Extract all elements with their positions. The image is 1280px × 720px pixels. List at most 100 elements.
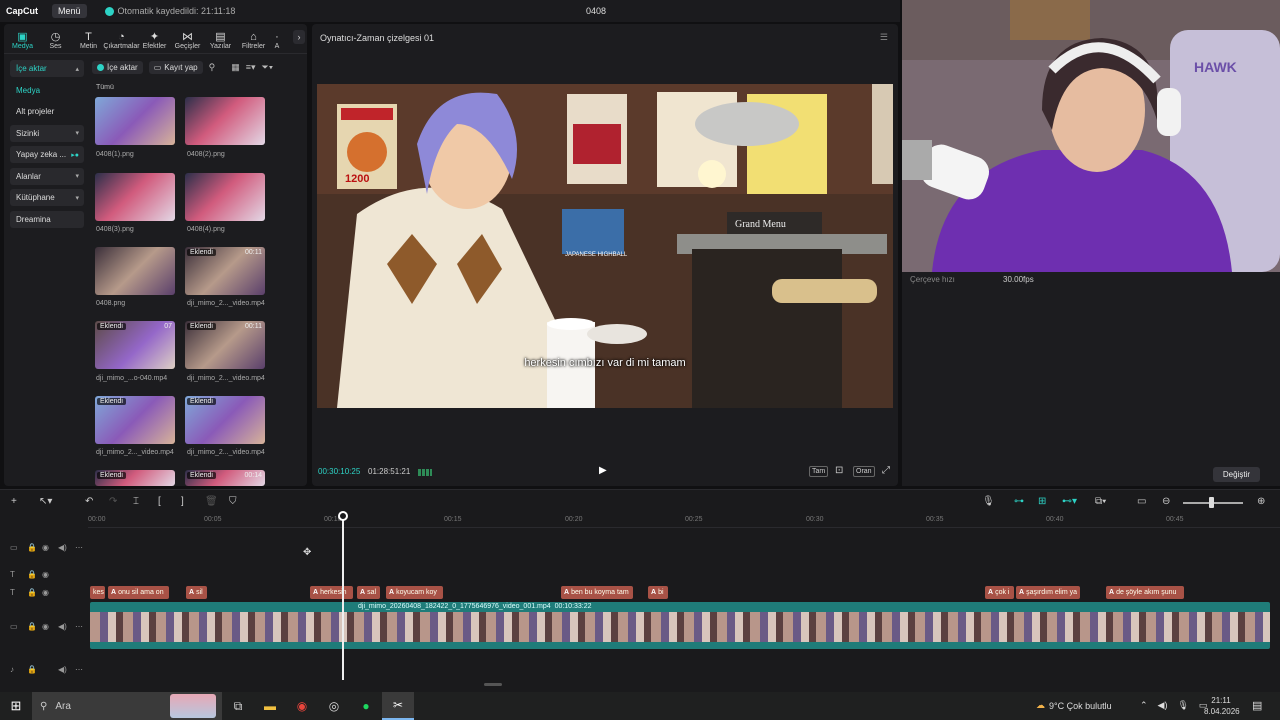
- obs-icon[interactable]: ◎: [318, 692, 350, 720]
- lock-icon[interactable]: 🔒: [27, 622, 37, 631]
- change-button[interactable]: Değiştir: [1212, 467, 1260, 482]
- microphone-icon[interactable]: 🎙: [1177, 700, 1188, 711]
- link-icon[interactable]: ⊶: [1014, 496, 1024, 507]
- sidebar-item-media[interactable]: Medya: [10, 82, 84, 99]
- snap-icon[interactable]: ⊷▾: [1062, 496, 1077, 507]
- sidebar-item-subprojects[interactable]: Alt projeler: [10, 103, 84, 120]
- capcut-icon[interactable]: ✂: [382, 692, 414, 720]
- shield-icon[interactable]: ⛉: [229, 496, 237, 507]
- zoom-slider-handle[interactable]: [1209, 497, 1214, 508]
- taskbar-clock[interactable]: 21:11 8.04.2026: [1204, 695, 1240, 717]
- playhead-handle[interactable]: [338, 511, 348, 521]
- microphone-icon[interactable]: 🎙: [982, 496, 995, 507]
- windows-start-icon[interactable]: ⊞: [0, 698, 32, 714]
- media-thumbnail[interactable]: Eklendi: [95, 396, 175, 444]
- media-thumbnail[interactable]: [185, 97, 265, 145]
- subtitle-clip[interactable]: Akoyucam koy: [386, 586, 443, 599]
- trim-left-icon[interactable]: [: [158, 496, 161, 507]
- fullscreen-icon[interactable]: ⤢: [882, 465, 890, 476]
- tab-effects[interactable]: ✦ Efektler: [138, 31, 171, 53]
- speaker-icon[interactable]: ◀): [58, 622, 67, 631]
- redo-icon[interactable]: ↷: [109, 496, 117, 507]
- more-icon[interactable]: ⋯: [75, 543, 83, 552]
- eye-icon[interactable]: ◉: [42, 543, 49, 552]
- eye-icon[interactable]: ◉: [42, 588, 49, 597]
- sidebar-item-ai[interactable]: Yapay zeka ... ▸●: [10, 146, 84, 163]
- chevron-right-icon[interactable]: ›: [293, 30, 305, 44]
- subtitle-clip[interactable]: Açok i: [985, 586, 1014, 599]
- record-button[interactable]: ▭ Kayıt yap: [148, 61, 203, 74]
- lock-icon[interactable]: 🔒: [27, 665, 37, 674]
- eye-icon[interactable]: ◉: [42, 570, 49, 579]
- video-clip[interactable]: dji_mimo_20260408_182422_0_1775646976_vi…: [90, 602, 1270, 649]
- grid-view-icon[interactable]: ▦: [231, 62, 240, 73]
- tab-adjust[interactable]: · A: [270, 31, 284, 53]
- ratio-button[interactable]: Oran: [853, 466, 875, 477]
- subtitle-clip[interactable]: Aonu sil ama on: [108, 586, 169, 599]
- more-icon[interactable]: ⋯: [75, 665, 83, 674]
- file-explorer-icon[interactable]: ▬: [254, 692, 286, 720]
- sidebar-item-dreamina[interactable]: Dreamina: [10, 210, 84, 228]
- subtitle-clip[interactable]: Asal: [357, 586, 380, 599]
- tab-media[interactable]: ▣ Medya: [6, 31, 39, 53]
- chrome-icon[interactable]: ◉: [286, 692, 318, 720]
- media-thumbnail[interactable]: [95, 173, 175, 221]
- import-button[interactable]: İçe aktar: [92, 61, 143, 74]
- video-preview[interactable]: Grand Menu 1200 JAPANESE HIGHBALL herkes…: [317, 84, 893, 408]
- media-thumbnail[interactable]: Eklendi 00:11: [185, 247, 265, 295]
- media-thumbnail[interactable]: [95, 97, 175, 145]
- media-thumbnail[interactable]: Eklendi: [95, 470, 175, 486]
- hamburger-icon[interactable]: ☰: [880, 32, 888, 43]
- lock-icon[interactable]: 🔒: [27, 543, 37, 552]
- notification-icon[interactable]: ▤: [1252, 699, 1262, 712]
- subtitle-clip[interactable]: Aşaşırdım elim ya: [1016, 586, 1080, 599]
- playhead[interactable]: [342, 512, 344, 680]
- tab-text[interactable]: T Metin: [72, 31, 105, 53]
- taskbar-search[interactable]: ⚲ Ara: [32, 692, 222, 720]
- caption-track-icon[interactable]: ▭: [1137, 496, 1146, 507]
- cover-icon[interactable]: ▭: [10, 543, 18, 552]
- spotify-icon[interactable]: ●: [350, 692, 382, 720]
- sidebar-item-spaces[interactable]: Alanlar ▾: [10, 167, 84, 185]
- delete-icon[interactable]: 🗑: [205, 496, 218, 507]
- trim-right-icon[interactable]: ]: [181, 496, 184, 507]
- magnet-icon[interactable]: ⊞: [1038, 496, 1046, 507]
- split-icon[interactable]: ⌶: [133, 496, 139, 507]
- volume-icon[interactable]: ◀): [1158, 700, 1168, 711]
- tab-transitions[interactable]: ⋈ Geçişler: [171, 31, 204, 53]
- full-quality-button[interactable]: Tam: [809, 466, 829, 477]
- timeline-ruler[interactable]: 00:00 00:05 00:10 00:15 00:20 00:25 00:3…: [88, 514, 1280, 528]
- undo-icon[interactable]: ↶: [85, 496, 93, 507]
- media-thumbnail[interactable]: Eklendi: [185, 396, 265, 444]
- media-thumbnail[interactable]: Eklendi 07: [95, 321, 175, 369]
- speaker-icon[interactable]: ◀): [58, 543, 67, 552]
- sidebar-item-import[interactable]: İçe aktar ▴: [10, 60, 84, 77]
- subtitle-clip[interactable]: Aben bu koyma tam: [561, 586, 633, 599]
- tab-stickers[interactable]: ◔ Çıkartmalar: [103, 31, 139, 53]
- speaker-icon[interactable]: ◀): [58, 665, 67, 674]
- zoom-out-icon[interactable]: ⊖: [1162, 496, 1170, 507]
- zoom-in-icon[interactable]: ⊕: [1257, 496, 1265, 507]
- add-icon[interactable]: +: [11, 496, 17, 507]
- tab-captions[interactable]: ▤ Yazılar: [204, 31, 237, 53]
- menu-button[interactable]: Menü: [52, 4, 87, 18]
- chevron-up-icon[interactable]: ⌃: [1140, 700, 1148, 711]
- eye-icon[interactable]: ◉: [42, 622, 49, 631]
- more-icon[interactable]: ⋯: [75, 622, 83, 631]
- tab-audio[interactable]: ◷ Ses: [39, 31, 72, 53]
- weather-widget[interactable]: ☁ 9°C Çok bulutlu: [1036, 700, 1112, 711]
- screenshot-icon[interactable]: ⊡: [833, 466, 845, 476]
- filter-icon[interactable]: ⏷▾: [262, 62, 274, 73]
- sidebar-item-library[interactable]: Kütüphane ▾: [10, 189, 84, 206]
- play-icon[interactable]: ▶: [599, 465, 607, 476]
- subtitle-clip[interactable]: Asil: [186, 586, 207, 599]
- media-thumbnail[interactable]: Eklendi 00:14: [185, 470, 265, 486]
- sidebar-item-yours[interactable]: Sizinki ▾: [10, 124, 84, 142]
- preview-axis-icon[interactable]: ⧉▾: [1095, 496, 1106, 507]
- media-thumbnail[interactable]: [185, 173, 265, 221]
- lock-icon[interactable]: 🔒: [27, 570, 37, 579]
- select-tool-icon[interactable]: ↖▾: [39, 496, 52, 507]
- subtitle-clip[interactable]: Aherkesin: [310, 586, 353, 599]
- subtitle-clip[interactable]: kes: [90, 586, 105, 599]
- search-icon[interactable]: ⚲: [209, 62, 216, 73]
